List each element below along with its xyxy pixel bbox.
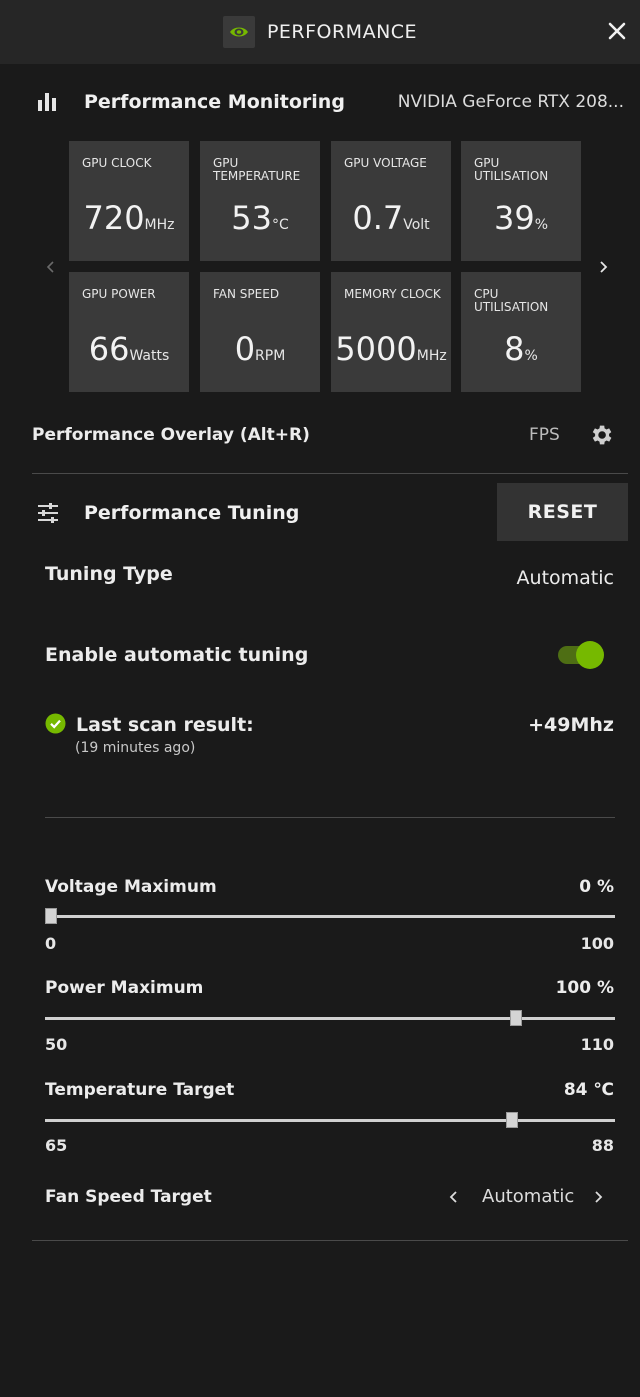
tile-unit: Volt — [403, 217, 430, 233]
nvidia-logo-icon — [222, 16, 255, 48]
auto-tuning-label: Enable automatic tuning — [45, 644, 309, 666]
chevron-left-icon[interactable] — [447, 1189, 461, 1205]
sliders-icon — [38, 503, 58, 523]
fan-speed-value: Automatic — [482, 1186, 575, 1207]
auto-tuning-toggle[interactable] — [556, 641, 604, 669]
monitoring-header: Performance Monitoring NVIDIA GeForce RT… — [0, 72, 640, 132]
tile-unit: MHz — [416, 348, 447, 364]
fps-label[interactable]: FPS — [529, 425, 560, 445]
last-scan-label: Last scan result: — [76, 714, 254, 736]
power-max: 110 — [580, 1035, 614, 1054]
temperature-max: 88 — [591, 1136, 614, 1155]
overlay-label: Performance Overlay (Alt+R) — [32, 425, 310, 445]
bar-chart-icon — [38, 93, 56, 111]
tiles-prev-icon[interactable] — [43, 259, 59, 275]
last-scan-ago: (19 minutes ago) — [75, 740, 196, 756]
tile-value: 8 — [504, 330, 525, 368]
tile-value: 5000 — [335, 330, 417, 368]
divider — [32, 473, 628, 474]
tile-value: 720 — [83, 199, 145, 237]
voltage-slider-thumb[interactable] — [45, 908, 57, 924]
monitoring-title: Performance Monitoring — [84, 91, 345, 113]
temperature-min: 65 — [45, 1136, 68, 1155]
voltage-value: 0 % — [579, 877, 614, 897]
power-slider-thumb[interactable] — [509, 1010, 522, 1026]
overlay-row: Performance Overlay (Alt+R) FPS — [32, 416, 622, 456]
tile-gpu-utilisation[interactable]: GPU UTILISATION 39% — [461, 141, 581, 261]
tile-gpu-temperature[interactable]: GPU TEMPERATURE 53°C — [200, 141, 320, 261]
voltage-slider[interactable] — [45, 908, 615, 924]
tile-value: 66 — [88, 330, 130, 368]
tile-gpu-power[interactable]: GPU POWER 66Watts — [69, 272, 189, 392]
divider — [45, 817, 615, 818]
check-circle-icon — [45, 713, 66, 734]
voltage-max: 100 — [580, 934, 614, 953]
temperature-slider[interactable] — [45, 1112, 615, 1128]
tile-value: 39 — [493, 199, 535, 237]
tuning-type-label: Tuning Type — [45, 563, 173, 585]
title-bar: PERFORMANCE — [0, 0, 640, 64]
voltage-min: 0 — [45, 934, 57, 953]
gear-icon[interactable] — [588, 422, 614, 448]
window-title: PERFORMANCE — [266, 21, 418, 43]
tile-value: 0 — [234, 330, 256, 368]
chevron-right-icon[interactable] — [591, 1189, 605, 1205]
tile-unit: % — [534, 217, 549, 233]
tile-label: GPU VOLTAGE — [344, 156, 427, 170]
fan-speed-label: Fan Speed Target — [45, 1187, 212, 1207]
last-scan-value: +49Mhz — [528, 714, 614, 736]
tile-fan-speed[interactable]: FAN SPEED 0RPM — [200, 272, 320, 392]
tile-gpu-clock[interactable]: GPU CLOCK 720MHz — [69, 141, 189, 261]
power-value: 100 % — [555, 978, 614, 998]
tile-unit: RPM — [255, 348, 286, 364]
tile-unit: MHz — [144, 217, 175, 233]
gpu-name: NVIDIA GeForce RTX 208... — [397, 92, 624, 112]
reset-button[interactable]: RESET — [497, 483, 628, 541]
tiles-next-icon[interactable] — [595, 259, 611, 275]
power-label: Power Maximum — [45, 978, 204, 998]
tile-unit: % — [524, 348, 538, 364]
divider — [32, 1240, 628, 1241]
tile-unit: °C — [271, 217, 289, 233]
close-icon — [608, 22, 626, 40]
tile-unit: Watts — [129, 348, 170, 364]
tile-label: FAN SPEED — [213, 287, 280, 301]
tile-label: GPU UTILISATION — [474, 156, 549, 183]
tile-label: GPU CLOCK — [82, 156, 152, 170]
power-min: 50 — [45, 1035, 68, 1054]
tile-gpu-voltage[interactable]: GPU VOLTAGE 0.7Volt — [331, 141, 451, 261]
temperature-label: Temperature Target — [45, 1080, 235, 1100]
tuning-type-value[interactable]: Automatic — [517, 567, 614, 589]
temperature-slider-thumb[interactable] — [505, 1112, 518, 1128]
close-button[interactable] — [606, 20, 628, 42]
tile-value: 53 — [231, 199, 272, 237]
tile-label: GPU POWER — [82, 287, 156, 301]
tile-memory-clock[interactable]: MEMORY CLOCK 5000MHz — [331, 272, 451, 392]
tile-label: GPU TEMPERATURE — [213, 156, 301, 183]
temperature-value: 84 ℃ — [563, 1080, 614, 1100]
toggle-knob — [576, 641, 604, 669]
power-slider[interactable] — [45, 1010, 615, 1026]
tile-value: 0.7 — [352, 199, 404, 237]
tuning-title: Performance Tuning — [84, 502, 300, 524]
voltage-label: Voltage Maximum — [45, 877, 217, 897]
tile-label: MEMORY CLOCK — [344, 287, 441, 301]
tile-label: CPU UTILISATION — [474, 287, 549, 314]
tile-cpu-utilisation[interactable]: CPU UTILISATION 8% — [461, 272, 581, 392]
